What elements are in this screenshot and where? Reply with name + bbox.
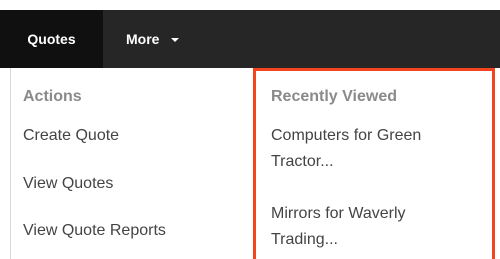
navbar: Quotes More: [0, 10, 500, 68]
top-strip: [0, 0, 500, 10]
menu-item-create-quote[interactable]: Create Quote: [23, 123, 119, 149]
tab-more-label: More: [126, 31, 160, 47]
tab-quotes[interactable]: Quotes: [0, 10, 103, 68]
tab-more-dropdown[interactable]: More: [103, 10, 180, 68]
actions-heading: Actions: [23, 88, 82, 105]
chevron-down-icon: [171, 38, 180, 42]
menu-item-view-quotes[interactable]: View Quotes: [23, 171, 113, 197]
menu-item-view-quote-reports[interactable]: View Quote Reports: [23, 218, 166, 244]
tab-quotes-label: Quotes: [27, 31, 76, 47]
screenshot-root: Quotes More Actions Create Quote View Qu…: [0, 0, 500, 259]
recently-viewed-highlight: [253, 68, 495, 259]
